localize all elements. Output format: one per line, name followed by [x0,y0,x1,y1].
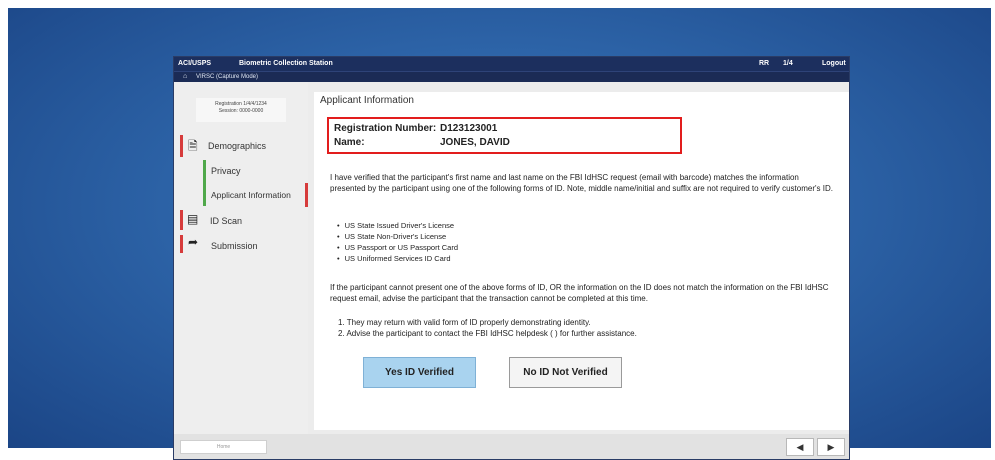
sidebar-item-applicant-information[interactable]: Applicant Information [211,190,291,200]
scanner-icon: ▤ [187,212,199,226]
registration-number-value: D123123001 [440,123,498,134]
nav-marker-demographics [180,135,183,157]
next-button[interactable]: ▶ [817,438,845,456]
registration-highlight-box: Registration Number: D123123001 Name: JO… [327,117,682,154]
footer-bar: Home ◀ ▶ [174,434,849,459]
sidebar-item-demographics[interactable]: Demographics [208,141,266,151]
titlebar-info-2: 1/4 [783,60,793,67]
registration-number-label: Registration Number: [334,123,437,134]
sidebar-item-privacy[interactable]: Privacy [211,166,241,176]
instruction-steps: 1. They may return with valid form of ID… [338,317,637,339]
desktop-background: ACI/USPS Biometric Collection Station RR… [8,8,991,460]
list-item: US Uniformed Services ID Card [337,253,458,264]
app-window: ACI/USPS Biometric Collection Station RR… [173,56,850,460]
titlebar-info-1: RR [759,60,770,67]
sidebar-item-id-scan[interactable]: ID Scan [210,216,242,226]
home-icon[interactable]: ⌂ [183,73,187,80]
app-title: Biometric Collection Station [239,60,333,67]
name-value: JONES, DAVID [440,137,510,148]
station-line-1: Registration 1/4/4/1234 [215,101,267,107]
logout-link[interactable]: Logout [822,60,846,67]
no-id-instructions: If the participant cannot present one of… [330,283,829,303]
list-item: US Passport or US Passport Card [337,242,458,253]
footer-field[interactable]: Home [180,440,267,454]
list-item: 1. They may return with valid form of ID… [338,318,591,327]
station-info: Registration 1/4/4/1234 Session: 0000-00… [196,98,286,122]
nav-marker-id-scan [180,210,183,230]
nav-marker-submission [180,235,183,253]
accepted-id-list: US State Issued Driver's License US Stat… [337,220,458,264]
list-item: 2. Advise the participant to contact the… [338,329,637,338]
sidebar-item-submission[interactable]: Submission [211,241,258,251]
station-line-2: Session: 0000-0000 [218,108,264,114]
title-bar: ACI/USPS Biometric Collection Station RR… [174,57,849,71]
name-label: Name: [334,137,365,148]
list-item: US State Non-Driver's License [337,231,458,242]
mode-bar: ⌂ VIRSC (Capture Mode) [174,71,849,82]
verification-statement: I have verified that the participant's f… [330,173,833,193]
document-icon: 🗎 [188,139,198,153]
no-id-not-verified-button[interactable]: No ID Not Verified [509,357,622,388]
yes-id-verified-button[interactable]: Yes ID Verified [363,357,476,388]
list-item: US State Issued Driver's License [337,220,458,231]
brand-logo: ACI/USPS [178,60,212,67]
submit-icon: ➦ [188,235,199,249]
nav-marker-substeps [203,160,206,206]
mode-label: VIRSC (Capture Mode) [196,74,259,80]
page-title: Applicant Information [320,95,414,106]
sidebar: Registration 1/4/4/1234 Session: 0000-00… [174,82,308,434]
nav-marker-active [305,183,308,207]
main-content: Applicant Information Registration Numbe… [314,92,849,430]
previous-button[interactable]: ◀ [786,438,814,456]
